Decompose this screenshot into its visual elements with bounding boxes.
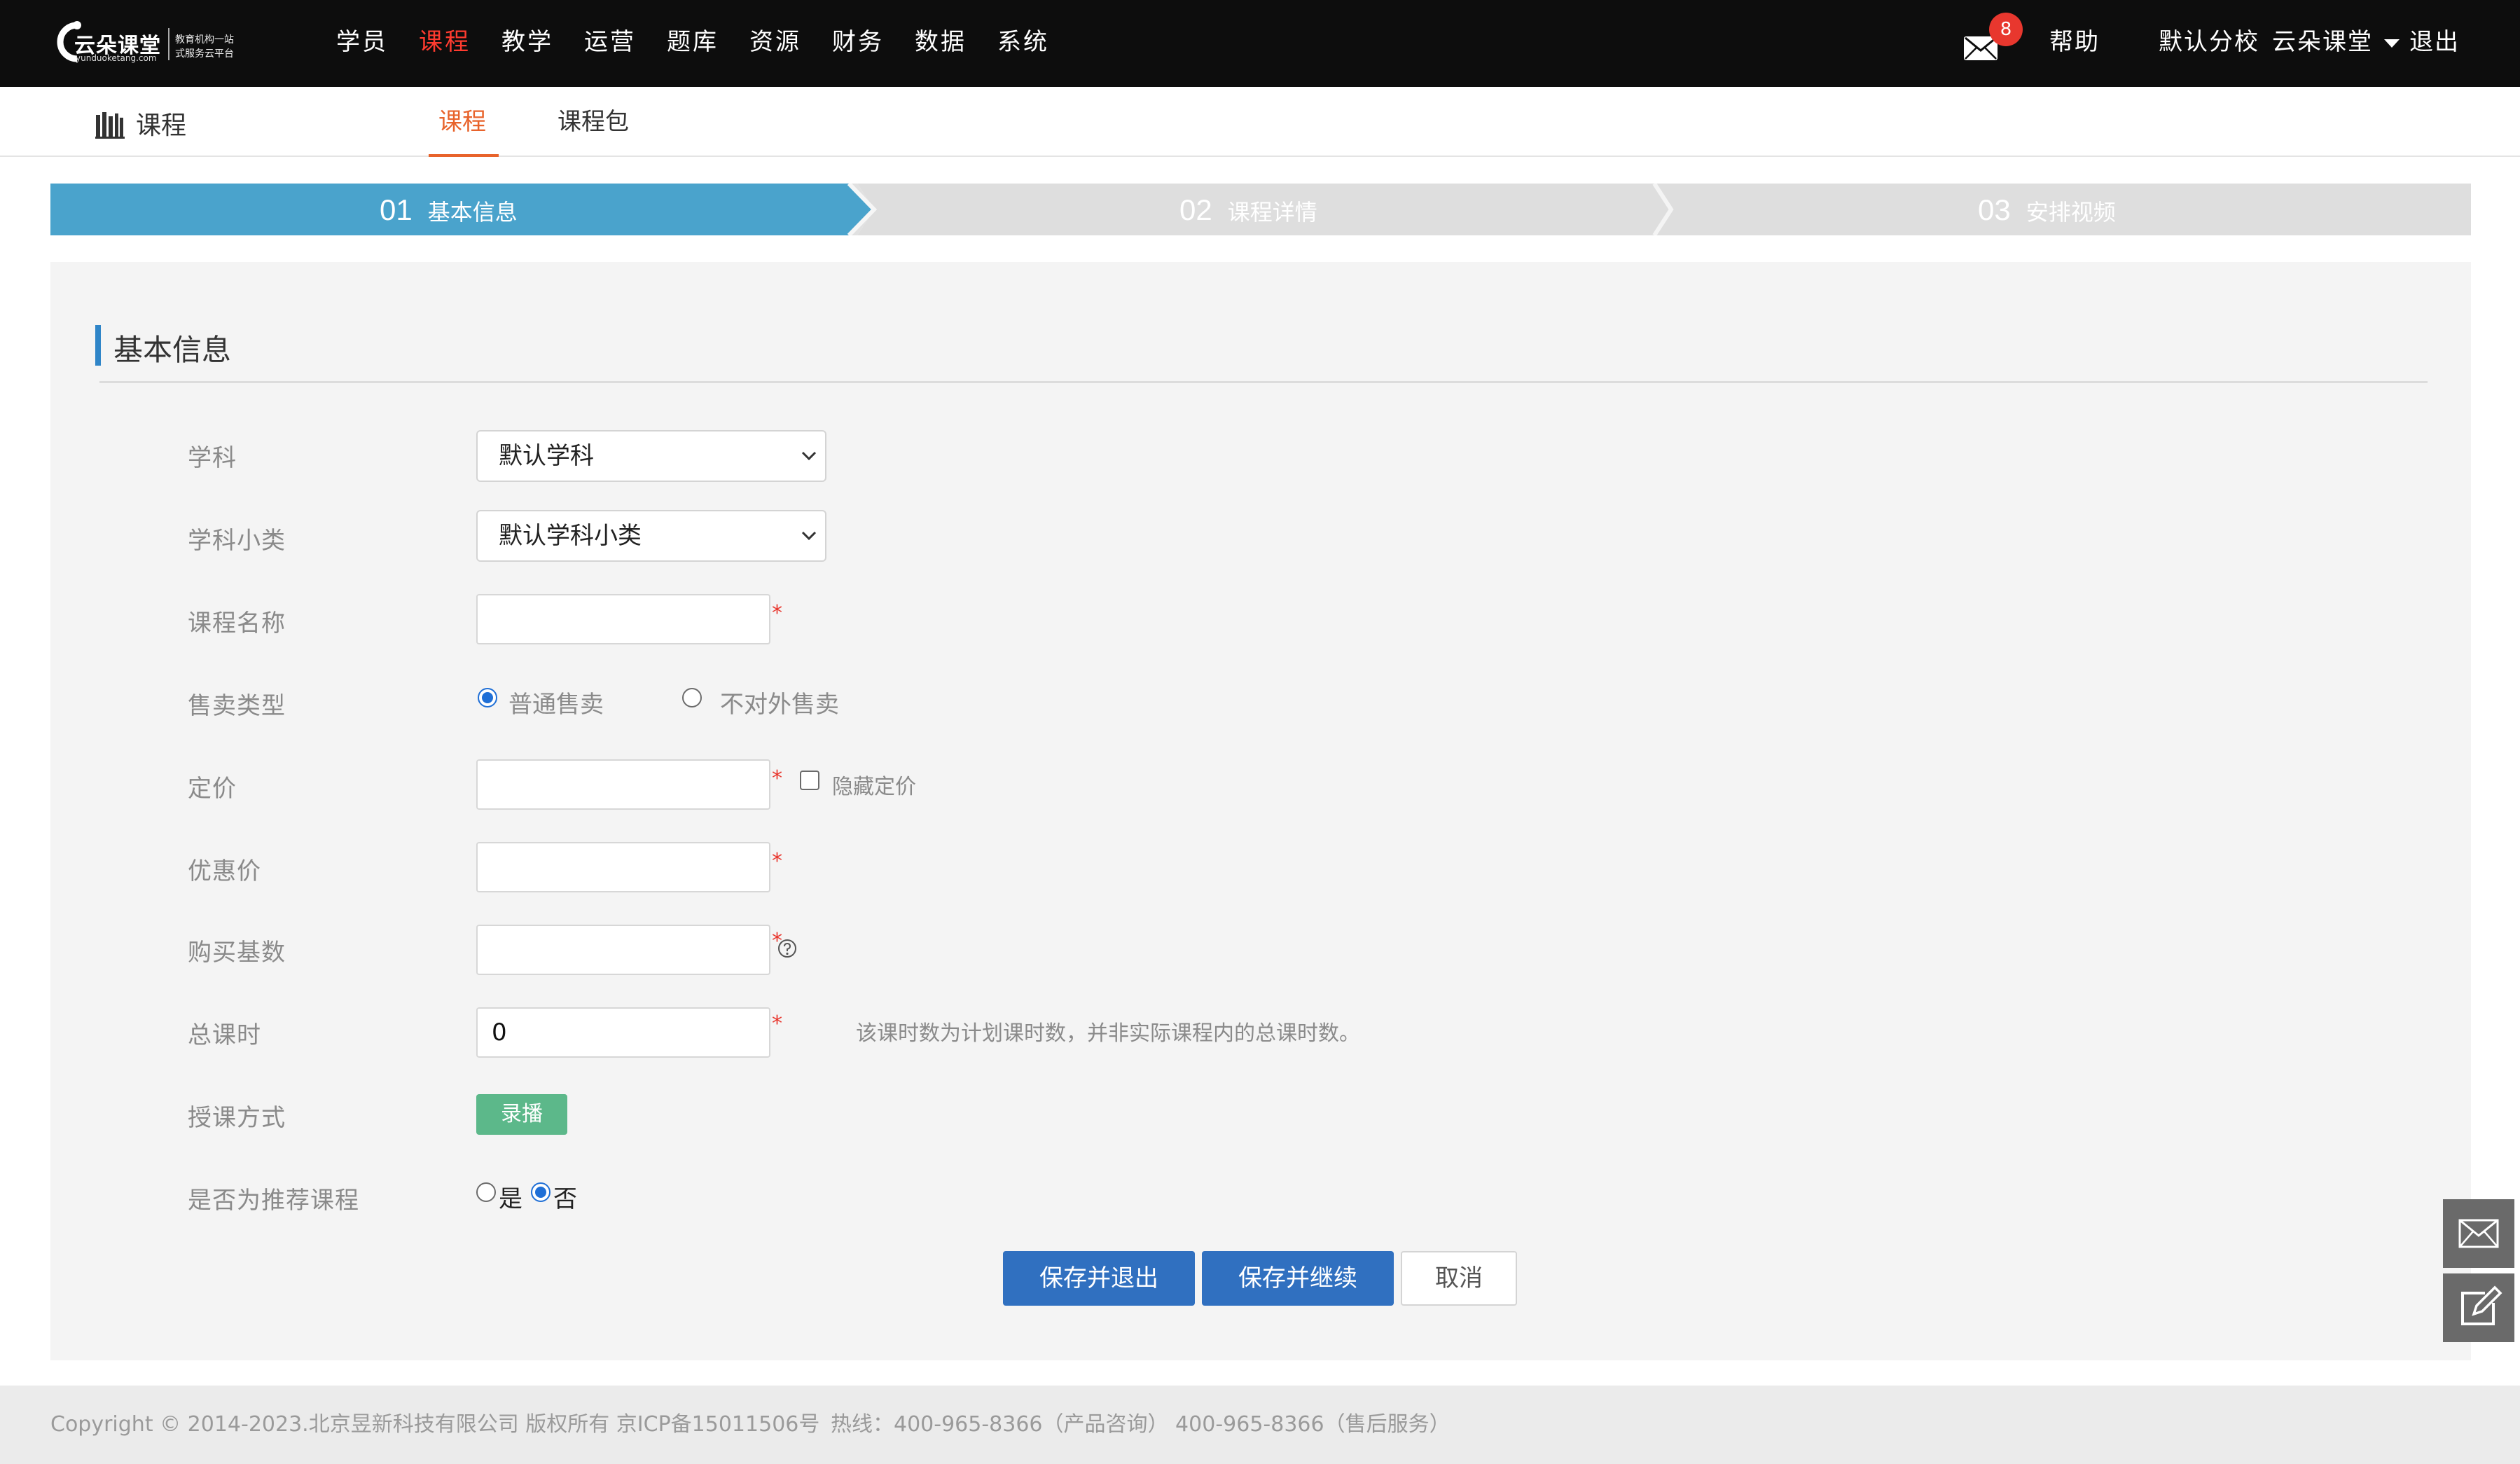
active-tab-indicator — [429, 154, 499, 157]
float-mail-button[interactable] — [2443, 1199, 2514, 1268]
step-1-number: 01 — [380, 193, 413, 226]
mail-icon — [2458, 1219, 2499, 1248]
step-1-label: 基本信息 — [427, 199, 518, 226]
page-title: 课程 — [136, 111, 187, 140]
school-selector[interactable]: 默认分校 — [2159, 0, 2259, 84]
step-2-label: 课程详情 — [1227, 199, 1317, 226]
subject-select[interactable]: 默认学科 — [476, 430, 826, 482]
nav-item-data[interactable]: 数据 — [915, 0, 967, 87]
help-link[interactable]: 帮助 — [2049, 0, 2100, 84]
nav-item-resources[interactable]: 资源 — [749, 0, 801, 87]
total-hours-label: 总课时 — [188, 1021, 261, 1049]
sale-type-private-label[interactable]: 不对外售卖 — [720, 685, 839, 719]
subject-label: 学科 — [188, 444, 237, 472]
total-hours-input[interactable]: 0 — [476, 1007, 770, 1058]
footer: Copyright © 2014-2023.北京昱新科技有限公司 版权所有 京I… — [0, 1386, 2520, 1464]
logout-link[interactable]: 退出 — [2409, 0, 2460, 84]
logo-slogan-line1: 教育机构一站 — [175, 34, 234, 46]
tab-course-package[interactable]: 课程包 — [558, 102, 629, 152]
caret-down-icon[interactable] — [2384, 39, 2400, 48]
hide-price-label[interactable]: 隐藏定价 — [832, 769, 916, 800]
nav-item-finance[interactable]: 财务 — [832, 0, 884, 87]
hide-price-checkbox[interactable] — [800, 771, 819, 790]
sale-type-label: 售卖类型 — [188, 692, 286, 720]
logo[interactable]: 云朵课堂 yunduoketang.com 教育机构一站 式服务云平台 — [49, 15, 245, 70]
recommend-no-radio[interactable] — [531, 1182, 551, 1202]
step-1: 01 基本信息 — [380, 184, 518, 235]
edit-icon — [2461, 1285, 2502, 1325]
purchase-base-label: 购买基数 — [188, 939, 286, 967]
required-mark: * — [772, 766, 782, 791]
course-name-input[interactable] — [476, 594, 770, 644]
main-nav: 学员 课程 教学 运营 题库 资源 财务 数据 系统 — [336, 0, 1080, 87]
step-2: 02 课程详情 — [1179, 184, 1317, 235]
notification-badge: 8 — [1989, 13, 2023, 46]
step-progress: 01 基本信息 02 课程详情 03 安排视频 — [50, 184, 2471, 235]
subcategory-select[interactable]: 默认学科小类 — [476, 510, 826, 562]
nav-item-operations[interactable]: 运营 — [584, 0, 636, 87]
sale-type-normal-radio[interactable] — [478, 688, 497, 707]
nav-item-courses[interactable]: 课程 — [419, 0, 471, 87]
cancel-button[interactable]: 取消 — [1401, 1251, 1517, 1306]
nav-item-teaching[interactable]: 教学 — [501, 0, 553, 87]
step-3-label: 安排视频 — [2026, 199, 2116, 226]
recommend-yes-radio[interactable] — [476, 1182, 496, 1202]
section-divider — [99, 381, 2428, 383]
logo-slogan-line2: 式服务云平台 — [175, 48, 234, 60]
required-mark: * — [772, 1011, 782, 1036]
section-title: 基本信息 — [113, 333, 232, 367]
subject-select-value: 默认学科 — [499, 442, 594, 470]
help-circle-icon[interactable] — [777, 939, 797, 958]
recommend-no-label[interactable]: 否 — [553, 1180, 577, 1214]
form-panel: 基本信息 学科 默认学科 学科小类 默认学科小类 课程名称 * 售卖类型 普通售… — [50, 262, 2471, 1360]
sale-type-private-radio[interactable] — [682, 688, 702, 707]
purchase-base-input[interactable] — [476, 925, 770, 975]
footer-copyright: Copyright © 2014-2023.北京昱新科技有限公司 版权所有 京I… — [50, 1412, 820, 1437]
price-input[interactable] — [476, 759, 770, 810]
chevron-down-icon — [801, 531, 817, 541]
total-hours-hint: 该课时数为计划课时数，并非实际课程内的总课时数。 — [856, 1021, 1360, 1046]
logo-divider — [168, 28, 169, 60]
required-mark: * — [772, 849, 782, 873]
top-nav-bar: 云朵课堂 yunduoketang.com 教育机构一站 式服务云平台 学员 课… — [0, 0, 2520, 87]
section-accent-bar — [95, 325, 101, 366]
recommend-yes-label[interactable]: 是 — [499, 1180, 522, 1214]
subcategory-label: 学科小类 — [188, 527, 286, 555]
books-icon — [95, 112, 125, 139]
teaching-mode-label: 授课方式 — [188, 1104, 286, 1132]
step-3-number: 03 — [1978, 193, 2011, 226]
subcategory-select-value: 默认学科小类 — [499, 522, 642, 550]
float-edit-button[interactable] — [2443, 1273, 2514, 1342]
required-mark: * — [772, 601, 782, 626]
discount-price-input[interactable] — [476, 842, 770, 892]
teaching-mode-recorded-button[interactable]: 录播 — [476, 1094, 567, 1135]
price-label: 定价 — [188, 775, 237, 803]
tab-course[interactable]: 课程 — [438, 102, 486, 152]
step-2-number: 02 — [1179, 193, 1212, 226]
nav-item-students[interactable]: 学员 — [336, 0, 388, 87]
save-and-exit-button[interactable]: 保存并退出 — [1003, 1251, 1195, 1306]
step-3: 03 安排视频 — [1978, 184, 2116, 235]
nav-item-question-bank[interactable]: 题库 — [667, 0, 719, 87]
user-menu[interactable]: 云朵课堂 — [2272, 0, 2373, 84]
chevron-down-icon — [801, 451, 817, 461]
nav-item-system[interactable]: 系统 — [997, 0, 1049, 87]
sub-header: 课程 课程 课程包 — [0, 87, 2520, 157]
discount-price-label: 优惠价 — [188, 857, 261, 885]
course-name-label: 课程名称 — [188, 609, 286, 637]
save-and-continue-button[interactable]: 保存并继续 — [1202, 1251, 1394, 1306]
logo-url: yunduoketang.com — [76, 53, 157, 63]
sale-type-normal-label[interactable]: 普通售卖 — [508, 685, 604, 719]
footer-hotline: 热线：400-965-8366（产品咨询） 400-965-8366（售后服务） — [831, 1412, 1451, 1437]
recommend-label: 是否为推荐课程 — [188, 1187, 359, 1215]
